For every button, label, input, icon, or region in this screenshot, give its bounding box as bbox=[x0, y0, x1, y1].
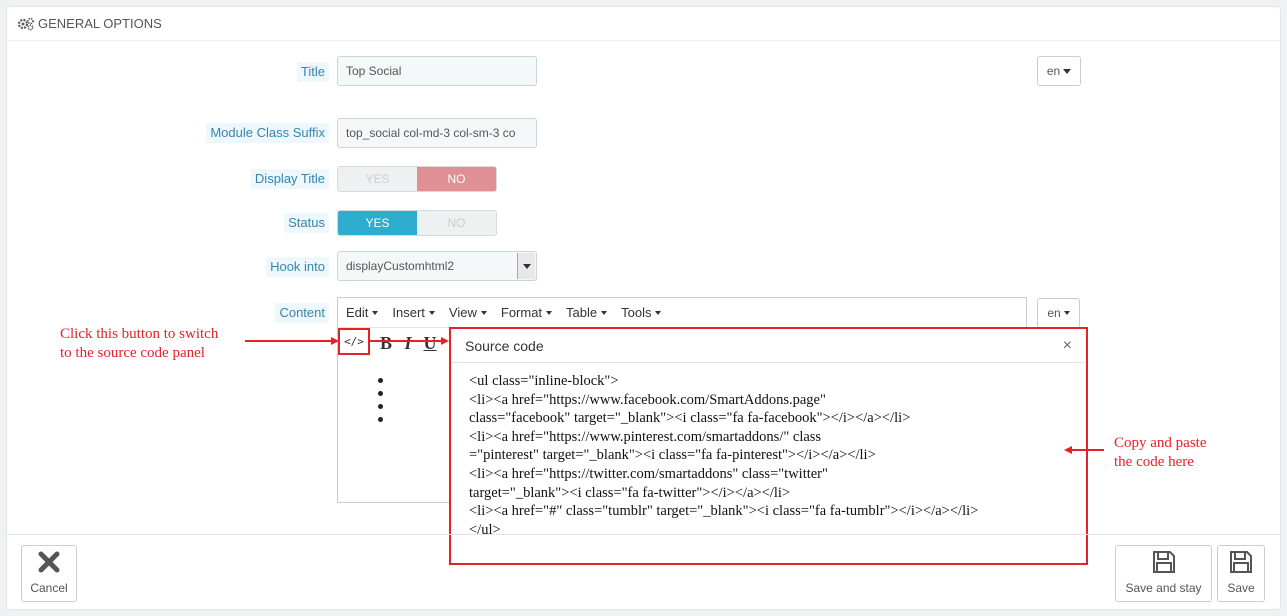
display-title-yes-option[interactable]: YES bbox=[338, 167, 417, 191]
hook-into-value: displayCustomhtml2 bbox=[346, 259, 455, 273]
code-line: <li><a href="https://www.facebook.com/Sm… bbox=[469, 391, 826, 408]
cancel-button[interactable]: Cancel bbox=[21, 545, 77, 602]
menu-tools-label: Tools bbox=[621, 305, 652, 320]
select-arrow-icon[interactable] bbox=[517, 253, 535, 279]
menu-edit[interactable]: Edit bbox=[346, 305, 379, 320]
content-label: Content bbox=[275, 303, 329, 323]
editor-menubar: Edit Insert View Format Table Tools bbox=[338, 298, 1026, 328]
code-line: class="facebook" target="_blank"><i clas… bbox=[469, 410, 911, 427]
save-icon bbox=[1230, 551, 1252, 573]
save-and-stay-label: Save and stay bbox=[1125, 581, 1202, 595]
dialog-header: Source code × bbox=[451, 329, 1086, 363]
menu-view-label: View bbox=[448, 305, 477, 320]
display-title-no-option[interactable]: NO bbox=[417, 167, 496, 191]
source-code-textarea[interactable]: <ul class="inline-block"> <li><a href="h… bbox=[451, 363, 1086, 548]
source-code-dialog: Source code × <ul class="inline-block"> … bbox=[449, 327, 1088, 565]
menu-insert[interactable]: Insert bbox=[392, 305, 435, 320]
code-line: <li><a href="https://twitter.com/smartad… bbox=[469, 465, 828, 482]
hook-into-label: Hook into bbox=[266, 257, 329, 277]
title-input[interactable]: Top Social bbox=[337, 56, 537, 86]
caret-down-icon bbox=[655, 310, 662, 315]
menu-format-label: Format bbox=[500, 305, 543, 320]
annotation-arrow bbox=[370, 340, 442, 342]
code-line: <li><a href="https://www.pinterest.com/s… bbox=[469, 428, 822, 445]
arrow-right-icon bbox=[331, 337, 339, 345]
menu-tools[interactable]: Tools bbox=[621, 305, 662, 320]
menu-table-label: Table bbox=[566, 305, 598, 320]
panel-footer: Cancel Save and stay Save bbox=[6, 534, 1281, 610]
paste-annotation: Copy and paste the code here bbox=[1114, 434, 1206, 472]
paste-annotation-line: Copy and paste bbox=[1114, 435, 1207, 451]
hook-into-select[interactable]: displayCustomhtml2 bbox=[337, 251, 537, 281]
title-language-dropdown[interactable]: en bbox=[1037, 56, 1081, 86]
close-icon[interactable]: × bbox=[1063, 337, 1072, 355]
menu-table[interactable]: Table bbox=[566, 305, 608, 320]
menu-edit-label: Edit bbox=[346, 305, 369, 320]
caret-down-icon bbox=[546, 310, 553, 315]
switch-annotation-line: Click this button to switch bbox=[60, 326, 219, 342]
menu-insert-label: Insert bbox=[392, 305, 425, 320]
status-label: Status bbox=[284, 213, 329, 233]
content-language-label: en bbox=[1047, 306, 1061, 320]
caret-down-icon bbox=[1063, 311, 1070, 315]
save-label: Save bbox=[1227, 581, 1255, 595]
module-class-suffix-label: Module Class Suffix bbox=[206, 123, 329, 143]
annotation-arrow bbox=[1070, 449, 1104, 451]
close-icon bbox=[38, 551, 60, 573]
caret-down-icon bbox=[428, 310, 435, 315]
switch-annotation: Click this button to switch to the sourc… bbox=[60, 325, 218, 363]
save-and-stay-button[interactable]: Save and stay bbox=[1115, 545, 1212, 602]
paste-annotation-line: the code here bbox=[1114, 454, 1194, 470]
source-code-button[interactable]: </> bbox=[338, 328, 370, 355]
caret-down-icon bbox=[1063, 68, 1072, 74]
italic-button[interactable]: I bbox=[396, 331, 420, 355]
save-button[interactable]: Save bbox=[1217, 545, 1265, 602]
status-no-option[interactable]: NO bbox=[417, 211, 496, 235]
status-yes-option[interactable]: YES bbox=[338, 211, 417, 235]
bold-button[interactable]: B bbox=[374, 331, 398, 355]
code-line: target="_blank"><i class="fa fa-twitter"… bbox=[469, 484, 791, 501]
content-language-dropdown[interactable]: en bbox=[1037, 298, 1080, 328]
caret-down-icon bbox=[372, 310, 379, 315]
code-line: <ul class="inline-block"> bbox=[469, 373, 619, 389]
module-class-suffix-input[interactable]: top_social col-md-3 col-sm-3 co bbox=[337, 118, 537, 148]
code-line: ="pinterest" target="_blank"><i class="f… bbox=[469, 447, 876, 464]
title-label: Title bbox=[296, 62, 329, 82]
annotation-arrow bbox=[245, 340, 333, 342]
panel-heading: GENERAL OPTIONS bbox=[7, 7, 1280, 41]
dialog-title: Source code bbox=[465, 337, 544, 354]
cancel-label: Cancel bbox=[30, 581, 68, 595]
status-switch[interactable]: YES NO bbox=[337, 210, 497, 236]
arrow-right-icon bbox=[441, 337, 449, 345]
caret-down-icon bbox=[601, 310, 608, 315]
switch-annotation-line: to the source code panel bbox=[60, 345, 205, 361]
code-line: <li><a href="#" class="tumblr" target="_… bbox=[469, 503, 979, 520]
cogs-icon bbox=[17, 17, 34, 30]
title-language-label: en bbox=[1046, 64, 1061, 78]
bullet-list-placeholder bbox=[378, 378, 384, 430]
panel-title: GENERAL OPTIONS bbox=[38, 16, 162, 31]
menu-view[interactable]: View bbox=[449, 305, 487, 320]
underline-button[interactable]: U bbox=[418, 331, 442, 355]
menu-format[interactable]: Format bbox=[500, 305, 553, 320]
display-title-label: Display Title bbox=[250, 169, 329, 189]
caret-down-icon bbox=[480, 310, 487, 315]
save-icon bbox=[1152, 551, 1175, 573]
display-title-switch[interactable]: YES NO bbox=[337, 166, 497, 192]
